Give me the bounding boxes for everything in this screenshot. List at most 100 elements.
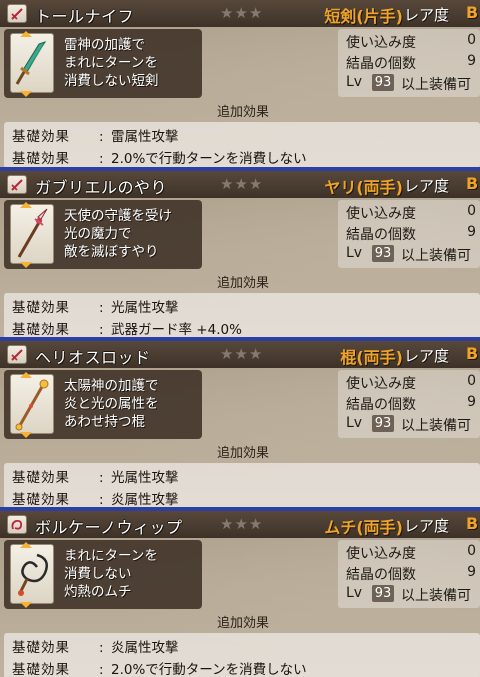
level-requirement: 以上装備可 xyxy=(401,418,471,434)
rarity-label: レア度 xyxy=(404,517,450,535)
weapon-title-bar[interactable]: ヘリオスロッド ★★★ 棍(両手) レア度 B xyxy=(0,341,480,368)
scroll-up-arrow-icon[interactable] xyxy=(20,372,32,378)
level-label: Lv xyxy=(346,245,363,261)
effect-value: 武器ガード率 +4.0% xyxy=(111,322,242,338)
level-requirement: 以上装備可 xyxy=(401,588,471,604)
weapon-title-bar[interactable]: トールナイフ ★★★ 短剣(片手) レア度 B xyxy=(0,0,480,27)
rarity-value: B xyxy=(466,344,479,363)
whip-icon[interactable] xyxy=(10,544,54,604)
weapon-description: 雷神の加護で まれにターンを 消費しない短剣 xyxy=(64,37,159,89)
rarity-label: レア度 xyxy=(404,347,450,365)
rarity-value: B xyxy=(466,3,479,22)
effect-row: 基礎効果: 炎属性攻撃 xyxy=(12,636,179,656)
crystals-label: 結晶の個数 xyxy=(346,227,416,243)
usage-label: 使い込み度 xyxy=(346,376,416,392)
weapon-description: 太陽神の加護で 炎と光の属性を あわせ持つ棍 xyxy=(64,378,159,430)
effect-label: 基礎効果 xyxy=(12,640,70,656)
rarity-label: レア度 xyxy=(404,6,450,24)
sword-category-icon xyxy=(7,345,27,364)
usage-value: 0 xyxy=(467,32,476,48)
usage-label: 使い込み度 xyxy=(346,35,416,51)
level-value: 93 xyxy=(374,586,392,601)
weapon-panel: ヘリオスロッド ★★★ 棍(両手) レア度 B 太陽神の加護で 炎と光の属性を … xyxy=(0,341,480,511)
effect-value: 炎属性攻撃 xyxy=(111,492,179,508)
rarity-value: B xyxy=(466,174,479,193)
effect-value: 雷属性攻撃 xyxy=(111,129,179,145)
effect-value: 光属性攻撃 xyxy=(111,300,179,316)
weapon-name: ガブリエルのやり xyxy=(35,178,168,197)
effect-row: 基礎効果: 炎属性攻撃 xyxy=(12,488,179,508)
rarity-label: レア度 xyxy=(404,177,450,195)
effect-row: 基礎効果:2.0%で行動ターンを消費しない xyxy=(12,147,307,167)
dagger-icon[interactable] xyxy=(10,33,54,93)
crystal-stat: 結晶の個数 9 xyxy=(346,564,476,584)
crystal-stat: 結晶の個数 9 xyxy=(346,394,476,414)
sword-category-icon xyxy=(7,175,27,194)
scroll-down-arrow-icon[interactable] xyxy=(20,432,32,438)
crystals-label: 結晶の個数 xyxy=(346,567,416,583)
weapon-title-bar[interactable]: ボルケーノウィップ ★★★ ムチ(両手) レア度 B xyxy=(0,511,480,538)
weapon-panel: トールナイフ ★★★ 短剣(片手) レア度 B 雷神の加護で まれにターンを 消… xyxy=(0,0,480,170)
weapon-description: まれにターンを 消費しない 灼熱のムチ xyxy=(64,548,158,600)
usage-label: 使い込み度 xyxy=(346,546,416,562)
effect-value: 2.0%で行動ターンを消費しない xyxy=(111,151,307,167)
rarity-value: B xyxy=(466,514,479,533)
scroll-up-arrow-icon[interactable] xyxy=(20,202,32,208)
weapon-type: 短剣(片手) xyxy=(324,7,403,26)
additional-effects-heading: 追加効果 xyxy=(216,446,269,461)
level-requirement: 以上装備可 xyxy=(401,77,471,93)
weapon-type: ムチ(両手) xyxy=(324,518,403,537)
effect-label: 基礎効果 xyxy=(12,322,70,338)
star-rating: ★★★ xyxy=(220,345,264,363)
crystals-label: 結晶の個数 xyxy=(346,56,416,72)
crystal-stat: 結晶の個数 9 xyxy=(346,224,476,244)
usage-stat: 使い込み度 0 xyxy=(346,203,476,223)
additional-effects-heading: 追加効果 xyxy=(216,276,269,291)
panel-separator xyxy=(0,167,480,171)
level-label: Lv xyxy=(346,74,363,90)
effect-row: 基礎効果: 光属性攻撃 xyxy=(12,296,179,316)
usage-stat: 使い込み度 0 xyxy=(346,32,476,52)
usage-value: 0 xyxy=(467,203,476,219)
weapon-name: ボルケーノウィップ xyxy=(35,518,183,537)
level-value: 93 xyxy=(374,416,392,431)
weapon-type: ヤリ(両手) xyxy=(324,178,403,197)
level-value: 93 xyxy=(374,75,392,90)
crystals-label: 結晶の個数 xyxy=(346,397,416,413)
star-rating: ★★★ xyxy=(220,515,264,533)
weapon-name: トールナイフ xyxy=(35,7,135,26)
whip-category-icon xyxy=(7,515,27,534)
effect-label: 基礎効果 xyxy=(12,129,70,145)
effect-value: 炎属性攻撃 xyxy=(111,640,179,656)
effect-row: 基礎効果: 武器ガード率 +4.0% xyxy=(12,318,242,338)
usage-value: 0 xyxy=(467,373,476,389)
scroll-down-arrow-icon[interactable] xyxy=(20,91,32,97)
additional-effects-heading: 追加効果 xyxy=(216,105,269,120)
effect-value: 2.0%で行動ターンを消費しない xyxy=(111,662,307,677)
star-rating: ★★★ xyxy=(220,175,264,193)
sword-category-icon xyxy=(7,4,27,23)
effect-value: 光属性攻撃 xyxy=(111,470,179,486)
scroll-down-arrow-icon[interactable] xyxy=(20,262,32,268)
panel-separator xyxy=(0,337,480,341)
spear-icon[interactable] xyxy=(10,204,54,264)
usage-stat: 使い込み度 0 xyxy=(346,373,476,393)
scroll-up-arrow-icon[interactable] xyxy=(20,542,32,548)
effect-row: 基礎効果: 雷属性攻撃 xyxy=(12,125,179,145)
effect-label: 基礎効果 xyxy=(12,300,70,316)
crystals-value: 9 xyxy=(467,564,476,580)
effect-label: 基礎効果 xyxy=(12,492,70,508)
panel-separator xyxy=(0,507,480,511)
scroll-up-arrow-icon[interactable] xyxy=(20,31,32,37)
scroll-down-arrow-icon[interactable] xyxy=(20,602,32,608)
weapon-title-bar[interactable]: ガブリエルのやり ★★★ ヤリ(両手) レア度 B xyxy=(0,171,480,198)
effect-label: 基礎効果 xyxy=(12,470,70,486)
usage-value: 0 xyxy=(467,543,476,559)
usage-stat: 使い込み度 0 xyxy=(346,543,476,563)
crystals-value: 9 xyxy=(467,53,476,69)
rod-icon[interactable] xyxy=(10,374,54,434)
weapon-name: ヘリオスロッド xyxy=(35,348,151,367)
crystal-stat: 結晶の個数 9 xyxy=(346,53,476,73)
weapon-description: 天使の守護を受け 光の魔力で 敵を滅ぼすやり xyxy=(64,208,172,260)
effect-label: 基礎効果 xyxy=(12,151,70,167)
